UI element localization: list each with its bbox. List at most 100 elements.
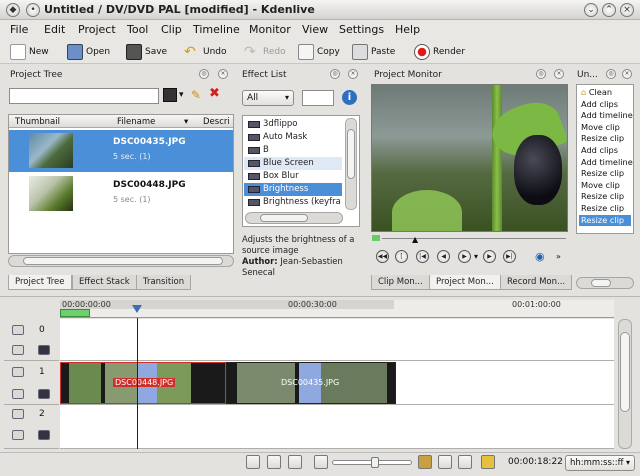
list-item[interactable]: Resize clip	[579, 203, 631, 215]
list-item[interactable]: Resize clip	[579, 214, 631, 227]
tab-project-tree[interactable]: Project Tree	[8, 275, 72, 290]
open-button[interactable]: Open	[67, 42, 110, 61]
vertical-scrollbar[interactable]	[618, 319, 632, 449]
list-item[interactable]: Add clips	[579, 99, 631, 111]
float-icon[interactable]: ◎	[199, 69, 209, 79]
delete-icon[interactable]: ✖	[209, 87, 223, 101]
timeline-ruler[interactable]: 00:00:00:00 00:00:30:00 00:01:00:00	[60, 300, 614, 318]
zoom-slider[interactable]	[332, 457, 412, 468]
tree-row[interactable]: DSC00435.JPG 5 sec. (1)	[9, 130, 233, 172]
more-options-icon[interactable]: »	[556, 252, 561, 261]
next-frame-icon[interactable]: ▶|	[503, 250, 516, 263]
horizontal-scrollbar[interactable]	[245, 212, 343, 224]
speaker-icon[interactable]	[12, 345, 24, 355]
timecode-format-select[interactable]: hh:mm:ss::ff ▾	[565, 455, 635, 471]
playhead-line[interactable]	[137, 318, 138, 449]
list-item[interactable]: 3dflippo	[244, 118, 342, 131]
list-item[interactable]: B	[244, 144, 342, 157]
tab-clip-monitor[interactable]: Clip Mon...	[371, 275, 430, 290]
menu-file[interactable]: File	[10, 23, 28, 36]
list-item[interactable]: Move clip	[579, 180, 631, 192]
track-lane[interactable]	[60, 405, 614, 449]
menu-monitor[interactable]: Monitor	[249, 23, 291, 36]
list-item[interactable]: Box Blur	[244, 170, 342, 183]
paste-button[interactable]: Paste	[352, 42, 395, 61]
new-button[interactable]: New	[10, 42, 49, 61]
playhead-triangle-icon[interactable]: ▲	[412, 235, 418, 244]
add-clip-icon[interactable]	[163, 88, 177, 102]
tab-effect-stack[interactable]: Effect Stack	[72, 275, 137, 290]
menu-help[interactable]: Help	[395, 23, 420, 36]
scrollbar-thumb[interactable]	[23, 257, 223, 265]
column-thumbnail[interactable]: Thumbnail	[15, 117, 60, 127]
razor-tool-icon[interactable]	[267, 455, 281, 469]
tab-transition[interactable]: Transition	[136, 275, 192, 290]
video-toggle-icon[interactable]	[38, 430, 50, 440]
speaker-icon[interactable]	[12, 389, 24, 399]
float-icon[interactable]: ◎	[330, 69, 340, 79]
menu-clip[interactable]: Clip	[161, 23, 182, 36]
redo-button[interactable]: ↷ Redo	[244, 42, 286, 61]
step-forward-icon[interactable]: ▶	[483, 250, 496, 263]
horizontal-scrollbar[interactable]	[8, 255, 234, 267]
vertical-scrollbar[interactable]	[345, 118, 357, 210]
track-lane[interactable]	[60, 319, 614, 361]
scrollbar-thumb[interactable]	[591, 279, 611, 287]
close-panel-icon[interactable]: ×	[218, 69, 228, 79]
close-panel-icon[interactable]: ×	[348, 69, 358, 79]
chevron-down-icon[interactable]: ▾	[474, 252, 478, 261]
list-item[interactable]: ⌂ Clean	[579, 87, 631, 99]
save-button[interactable]: Save	[126, 42, 167, 61]
horizontal-scrollbar[interactable]	[576, 277, 634, 289]
list-item[interactable]: Add timeline	[579, 110, 633, 122]
menu-tool[interactable]: Tool	[127, 23, 148, 36]
tab-project-monitor[interactable]: Project Mon...	[429, 275, 501, 290]
list-item[interactable]: Move clip	[579, 122, 631, 134]
search-input[interactable]	[9, 88, 159, 104]
menu-timeline[interactable]: Timeline	[193, 23, 240, 36]
show-markers-icon[interactable]	[458, 455, 472, 469]
lock-icon[interactable]	[12, 409, 24, 419]
playhead-triangle-icon[interactable]	[132, 305, 142, 313]
view-eye-icon[interactable]: ◉	[535, 250, 553, 263]
undo-button[interactable]: ↶ Undo	[184, 42, 227, 61]
lock-icon[interactable]	[12, 325, 24, 335]
column-filename[interactable]: Filename	[117, 117, 155, 127]
list-item[interactable]: Blue Screen	[244, 157, 342, 170]
zoom-slider-handle[interactable]	[371, 457, 379, 468]
edit-pencil-icon[interactable]: ✎	[191, 88, 205, 102]
window-menu-icon[interactable]: ◆	[6, 3, 20, 17]
close-icon[interactable]: ×	[620, 3, 634, 17]
close-panel-icon[interactable]: ×	[622, 69, 632, 79]
list-item[interactable]: Brightness	[244, 183, 342, 196]
list-item[interactable]: Resize clip	[579, 133, 631, 145]
fit-zoom-icon[interactable]	[314, 455, 328, 469]
effect-search-input[interactable]	[302, 90, 334, 106]
rewind-icon[interactable]: ◀◀	[376, 250, 389, 263]
track-lane[interactable]: DSC00448.JPG DSC00435.JPG	[60, 361, 614, 405]
monitor-ruler[interactable]	[382, 238, 566, 239]
list-item[interactable]: Resize clip	[579, 191, 631, 203]
list-item[interactable]: Add clips	[579, 145, 631, 157]
float-icon[interactable]: ◎	[536, 69, 546, 79]
info-icon[interactable]: i	[342, 90, 357, 105]
list-item[interactable]: Resize clip	[579, 168, 631, 180]
zone-marker[interactable]	[60, 309, 90, 317]
float-icon[interactable]: ◎	[606, 69, 616, 79]
video-thumbnails-icon[interactable]	[418, 455, 432, 469]
maximize-icon[interactable]: ⌃	[602, 3, 616, 17]
audio-thumbnails-icon[interactable]	[438, 455, 452, 469]
column-description[interactable]: Descri	[203, 117, 230, 127]
step-back-icon[interactable]: ◀	[437, 250, 450, 263]
speaker-icon[interactable]	[12, 430, 24, 440]
tree-row[interactable]: DSC00448.JPG 5 sec. (1)	[9, 173, 233, 215]
scrollbar-thumb[interactable]	[620, 332, 630, 412]
pin-icon[interactable]: •	[26, 3, 40, 17]
render-button[interactable]: Render	[414, 42, 465, 61]
list-item[interactable]: Auto Mask	[244, 131, 342, 144]
tab-record-monitor[interactable]: Record Mon...	[500, 275, 573, 290]
video-toggle-icon[interactable]	[38, 389, 50, 399]
set-zone-start-icon[interactable]: [	[395, 250, 408, 263]
menu-edit[interactable]: Edit	[44, 23, 65, 36]
scrollbar-thumb[interactable]	[260, 214, 308, 222]
